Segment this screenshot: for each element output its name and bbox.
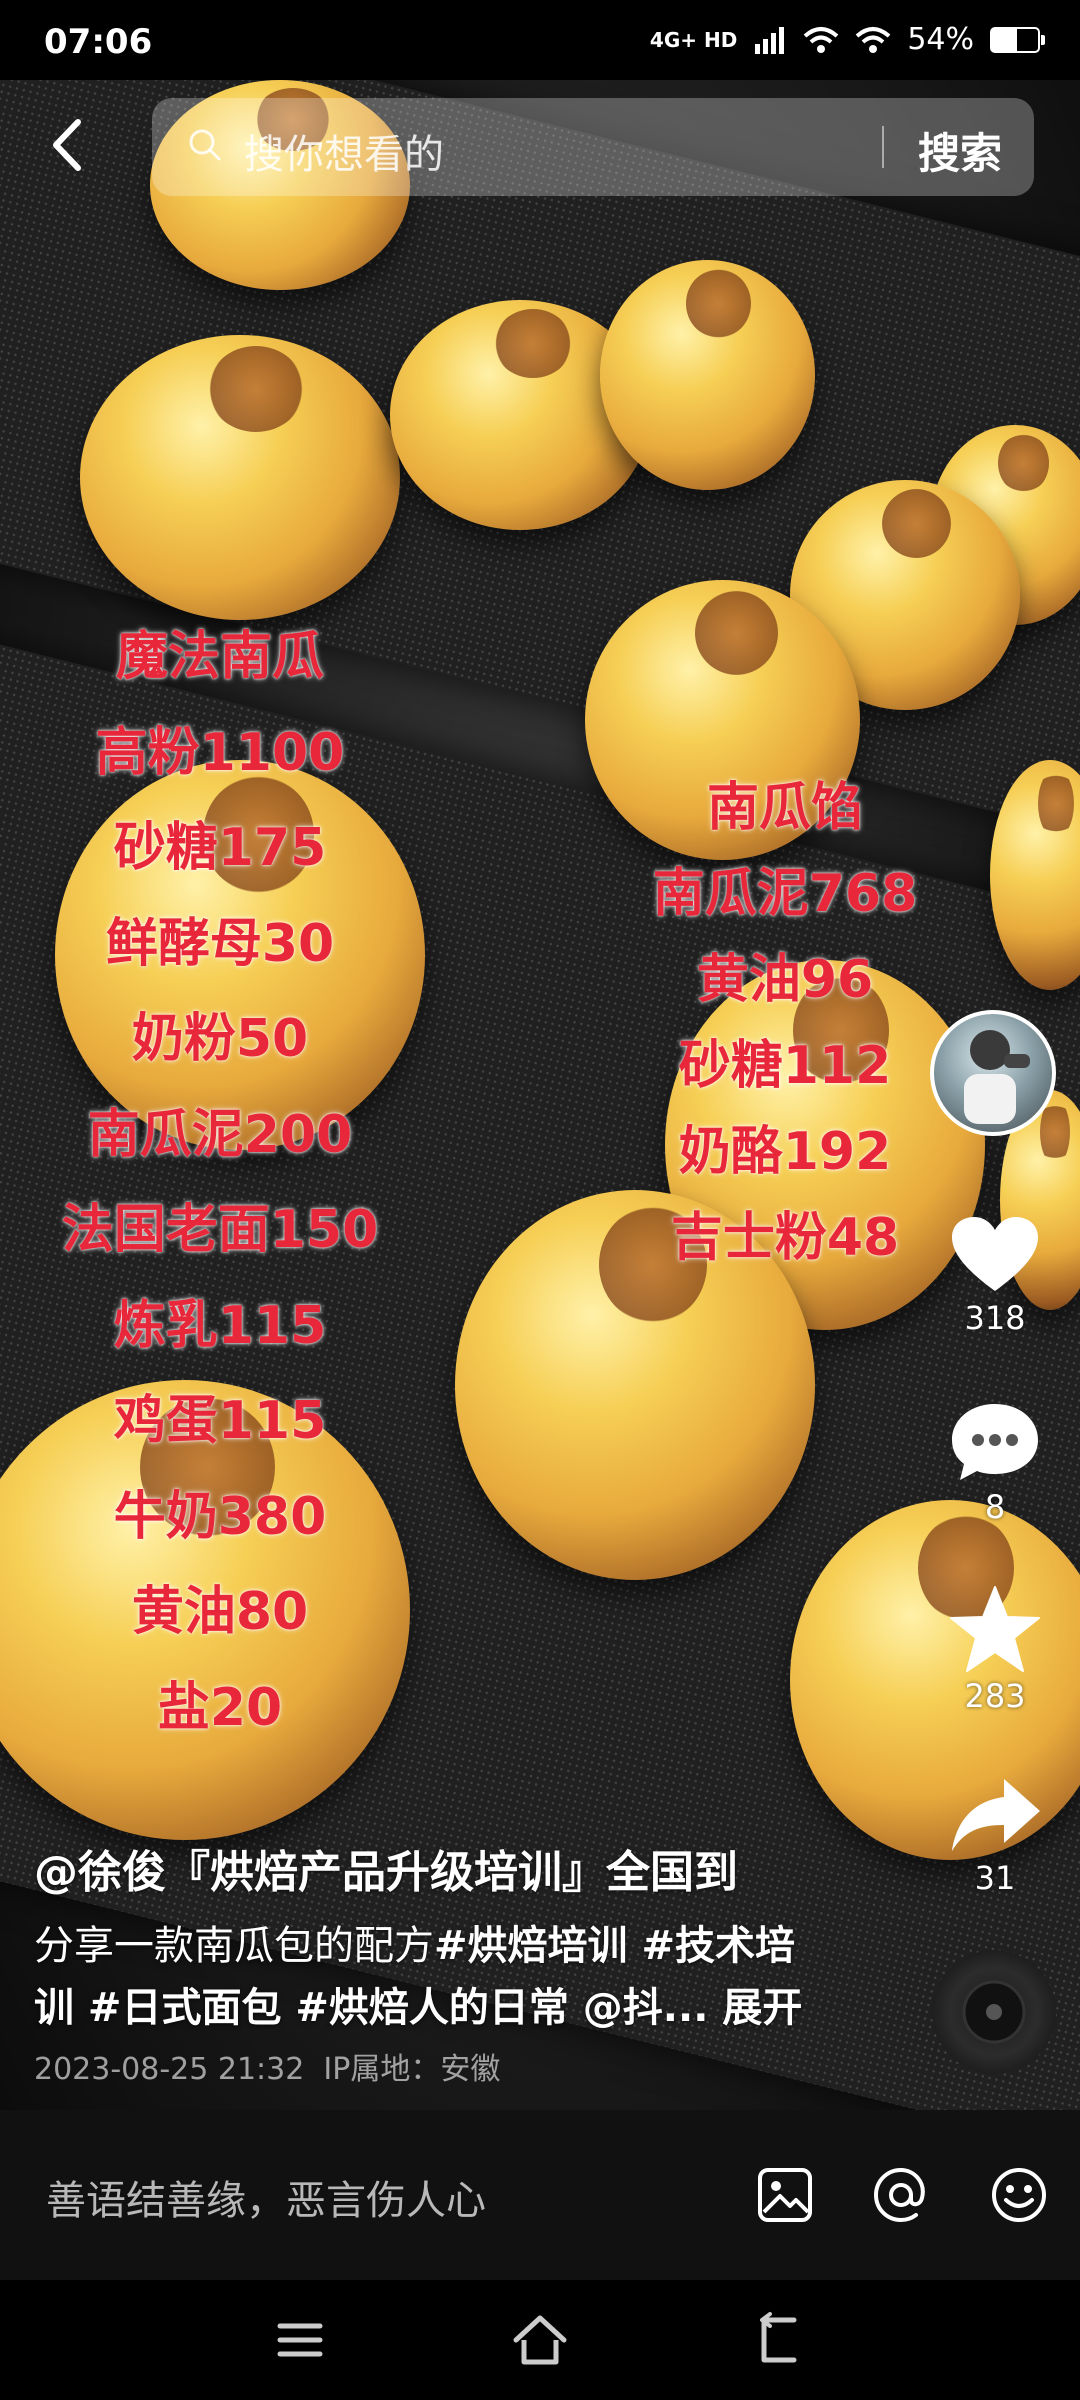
recipe-line: 法国老面150 (61, 1200, 379, 1260)
recipe-overlay-left: 魔法南瓜高粉1100 砂糖175 鲜酵母30 奶粉50 南瓜泥200 法国老面150 炼乳1… (30, 610, 410, 1756)
ip-location: IP属地：安徽 (323, 2052, 501, 2087)
search-bar[interactable]: 搜你想看的 搜索 (152, 98, 1034, 196)
music-disc-icon (962, 1980, 1026, 2044)
menu-icon[interactable] (270, 2310, 330, 2370)
music-disc[interactable] (932, 1950, 1056, 2074)
recipe-line: 吉士粉48 (670, 1208, 900, 1268)
share-button[interactable]: 31 (940, 1775, 1050, 1897)
recipe-line: 鲜酵母30 (105, 913, 335, 974)
video-player[interactable]: 魔法南瓜高粉1100 砂糖175 鲜酵母30 奶粉50 南瓜泥200 法国老面150 炼乳1… (0, 80, 1080, 2110)
recipe-line: 奶酪192 (678, 1122, 892, 1182)
comment-input[interactable]: 善语结善缘，恶言伤人心 (46, 2168, 486, 2226)
favorite-button[interactable]: 283 (940, 1585, 1050, 1715)
caption-tags-line2[interactable]: 训 #日式面包 #烘焙人的日常 @抖... (34, 1985, 708, 2031)
recipe-line: 砂糖112 (678, 1036, 892, 1096)
comment-bar: 善语结善缘，恶言伤人心 (0, 2110, 1080, 2280)
recipe-line: 黄油96 (696, 950, 874, 1010)
search-input[interactable]: 搜你想看的 (244, 122, 444, 180)
image-icon[interactable] (756, 2166, 814, 2224)
share-arrow-icon (952, 1779, 1040, 1851)
wifi-icon (803, 26, 839, 53)
bun (80, 335, 400, 620)
signal-icon (755, 26, 785, 54)
recipe-line: 高粉1100 (95, 722, 345, 783)
back-arrow-icon[interactable] (48, 118, 88, 172)
post-meta: 2023-08-25 21:32 IP属地：安徽 (34, 2044, 500, 2088)
like-button[interactable]: 318 (940, 1215, 1050, 1337)
battery-icon (990, 26, 1045, 53)
status-indicators: 4G+ HD 54% (649, 22, 1045, 57)
recipe-overlay-right: 南瓜馅南瓜泥768 黄油96 砂糖112 奶酪192 吉士粉48 (650, 765, 920, 1281)
heart-icon (952, 1217, 1038, 1291)
favorite-count: 283 (964, 1677, 1026, 1715)
recipe-line: 牛奶380 (113, 1486, 327, 1547)
recipe-line: 南瓜馅 (706, 778, 863, 838)
share-count: 31 (974, 1859, 1016, 1897)
recipe-line: 炼乳115 (113, 1295, 327, 1356)
recipe-line: 鸡蛋115 (113, 1391, 327, 1451)
post-caption[interactable]: 分享一款南瓜包的配方#烘焙培训 #技术培 训 #日式面包 #烘焙人的日常 @抖.… (34, 1915, 864, 2039)
network-label: 4G+ HD (649, 27, 738, 52)
status-time: 07:06 (44, 22, 153, 62)
search-button[interactable]: 搜索 (918, 120, 1002, 181)
recipe-line: 南瓜泥200 (87, 1104, 353, 1165)
status-bar: 07:06 4G+ HD 54% (0, 0, 1080, 80)
expand-link[interactable]: 展开 (722, 1985, 802, 2031)
emoji-icon[interactable] (990, 2166, 1048, 2224)
search-divider (882, 126, 884, 168)
search-icon (189, 129, 221, 161)
recipe-line: 盐20 (157, 1677, 283, 1738)
wifi-icon-2 (855, 26, 891, 53)
avatar-person-icon (964, 1030, 1030, 1124)
home-icon[interactable] (510, 2310, 570, 2370)
author-name[interactable]: @徐俊『烘焙产品升级培训』全国到 (34, 1836, 738, 1900)
recipe-line: 魔法南瓜 (115, 627, 324, 687)
recipe-line: 奶粉50 (131, 1009, 309, 1069)
recipe-line: 南瓜泥768 (652, 864, 918, 924)
caption-text: 分享一款南瓜包的配方 (34, 1923, 434, 1969)
like-count: 318 (964, 1299, 1026, 1337)
star-icon (950, 1586, 1040, 1672)
battery-percent: 54% (907, 22, 974, 57)
recipe-line: 黄油80 (131, 1582, 309, 1642)
back-nav-icon[interactable] (750, 2310, 810, 2370)
post-timestamp: 2023-08-25 21:32 (34, 2052, 305, 2087)
battery-level-fill (992, 28, 1017, 51)
caption-tags-line1[interactable]: #烘焙培训 #技术培 (434, 1923, 795, 1969)
navigation-bar (0, 2280, 1080, 2400)
bun (600, 260, 815, 490)
mention-icon[interactable] (872, 2166, 930, 2224)
comment-button[interactable]: 8 (940, 1400, 1050, 1526)
author-avatar[interactable] (930, 1010, 1056, 1136)
comment-count: 8 (984, 1488, 1006, 1526)
recipe-line: 砂糖175 (113, 818, 327, 878)
comment-icon (952, 1404, 1038, 1480)
